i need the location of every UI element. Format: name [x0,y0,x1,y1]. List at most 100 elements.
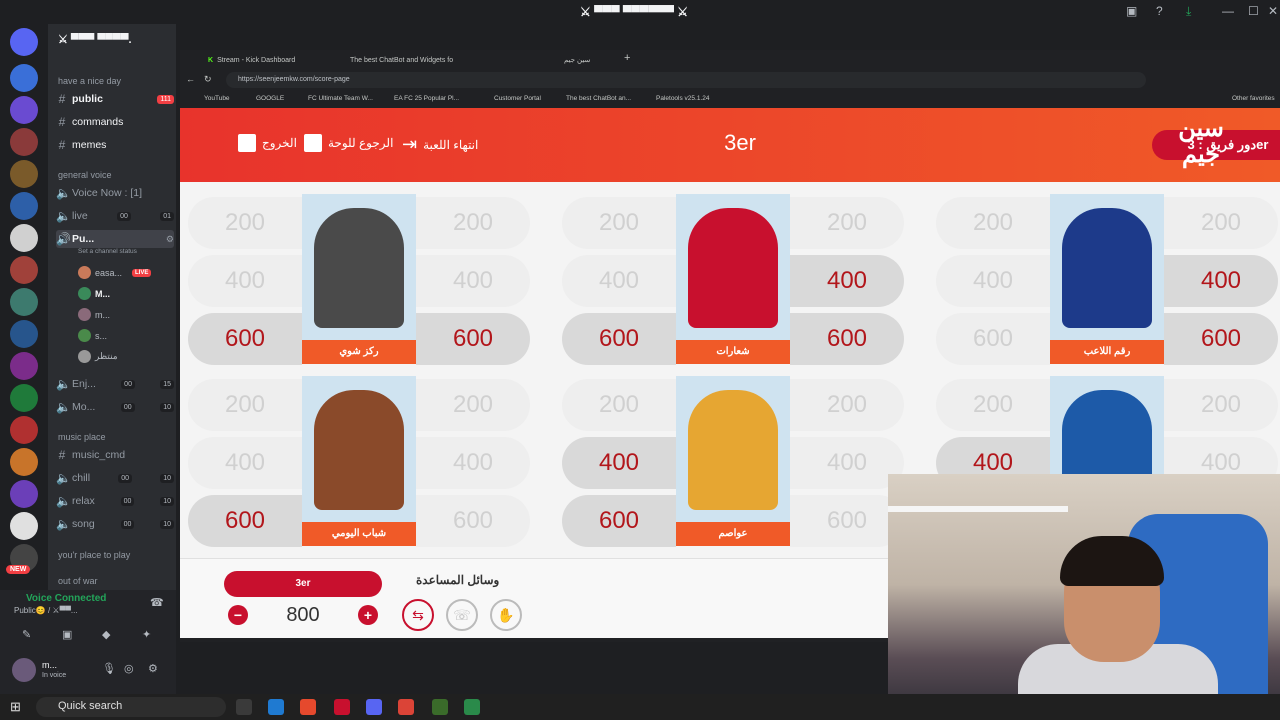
category-header[interactable]: have a nice day [58,76,121,86]
voice-member[interactable]: easa... LIVE [78,266,152,279]
discord-home-icon[interactable] [10,28,38,56]
download-icon[interactable]: ⤓ [1186,4,1191,19]
task-view-icon[interactable] [236,699,252,715]
discord-icon[interactable] [366,699,382,715]
back-icon[interactable]: ← [186,74,195,84]
minus-button[interactable]: − [228,605,248,625]
bookmark-other[interactable]: Other favorites [1232,95,1275,102]
server-icon[interactable] [10,448,38,476]
bookmark-google[interactable]: GOOGLE [256,95,284,102]
question-tile[interactable]: 200 [562,379,676,431]
server-name[interactable]: ⚔ ▀▀▀ ▀▀▀▀. [58,33,132,46]
tab-kick-dashboard[interactable]: K Stream - Kick Dashboard [208,52,295,68]
close-button[interactable]: ✕ [1268,4,1278,18]
channel-voice-now[interactable]: 🔈 Voice Now : [1] [56,184,174,202]
end-game-button[interactable]: ⇥ انتهاء اللعبة [402,134,478,155]
channel-song[interactable]: 🔈 song 00 10 [56,515,174,533]
question-tile[interactable]: 400 [416,437,530,489]
voice-member[interactable]: M... [78,287,110,300]
question-tile[interactable]: 400 [416,255,530,307]
refresh-icon[interactable]: ↻ [204,74,212,85]
server-icon[interactable] [10,352,38,380]
bookmark-fc[interactable]: FC Ultimate Team W... [308,95,373,102]
category-header[interactable]: you'r place to play [58,550,130,560]
inbox-icon[interactable]: ▣ [1126,4,1137,18]
app-icon[interactable] [300,699,316,715]
question-tile[interactable]: 400 [562,255,676,307]
exit-button[interactable]: الخروج [238,134,297,152]
app-icon[interactable] [464,699,480,715]
help-icon[interactable]: ? [1156,4,1163,18]
plus-button[interactable]: + [358,605,378,625]
new-tab-button[interactable]: + [624,52,630,64]
server-icon[interactable] [10,192,38,220]
question-tile[interactable]: 200 [562,197,676,249]
server-icon[interactable] [10,288,38,316]
question-tile[interactable]: 400 [1164,255,1278,307]
question-tile[interactable]: 200 [1164,197,1278,249]
activity-icon[interactable]: ◆ [102,628,110,641]
question-tile[interactable]: 200 [416,379,530,431]
avatar[interactable] [12,658,36,682]
server-icon[interactable] [10,64,38,92]
maximize-button[interactable]: ☐ [1248,4,1259,18]
question-tile[interactable]: 600 [416,313,530,365]
channel-memes[interactable]: # memes [56,136,174,154]
app-icon[interactable] [334,699,350,715]
hand-help-icon[interactable]: ✋ [490,599,522,631]
question-tile[interactable]: 600 [936,313,1050,365]
tab-seenjeem[interactable]: سين جيم [564,52,604,68]
channel-public[interactable]: # public 111 [56,90,174,108]
app-icon[interactable] [432,699,448,715]
swap-help-icon[interactable]: ⇆ [402,599,434,631]
server-icon[interactable] [10,480,38,508]
question-tile[interactable]: 200 [790,379,904,431]
channel-public-voice[interactable]: 🔊 Pu... ⚙ [56,230,174,248]
bookmark-chatbot[interactable]: The best ChatBot an... [566,95,631,102]
question-tile[interactable]: 400 [790,255,904,307]
question-tile[interactable]: 400 [562,437,676,489]
back-to-board-button[interactable]: الرجوع للوحة [304,134,393,152]
question-tile[interactable]: 400 [790,437,904,489]
bookmark-eafc[interactable]: EA FC 25 Popular Pl... [394,95,459,102]
minimize-button[interactable]: — [1222,4,1234,18]
channel-live[interactable]: 🔈 live 00 01 [56,207,174,225]
question-tile[interactable]: 400 [188,255,302,307]
channel-chill[interactable]: 🔈 chill 00 10 [56,469,174,487]
gear-icon[interactable]: ⚙ [166,234,174,245]
channel-mo[interactable]: 🔈 Mo... 00 10 [56,398,174,416]
question-tile[interactable]: 600 [790,313,904,365]
question-tile[interactable]: 200 [936,379,1050,431]
channel-enj[interactable]: 🔈 Enj... 00 15 [56,375,174,393]
server-icon[interactable] [10,320,38,348]
question-tile[interactable]: 600 [1164,313,1278,365]
screen-share-icon[interactable]: ▣ [62,628,72,641]
gear-icon[interactable]: ⚙ [148,662,158,675]
question-tile[interactable]: 600 [188,495,302,547]
question-tile[interactable]: 200 [936,197,1050,249]
voice-member[interactable]: s... [78,329,107,342]
tab-chatbot[interactable]: The best ChatBot and Widgets fo [350,52,453,68]
camera-icon[interactable]: ✎ [22,628,31,641]
taskbar-search[interactable]: Quick search [36,697,226,717]
channel-music-cmd[interactable]: # music_cmd [56,446,174,464]
category-header[interactable]: music place [58,432,106,442]
question-tile[interactable]: 200 [790,197,904,249]
bookmark-youtube[interactable]: YouTube [204,95,230,102]
question-tile[interactable]: 600 [188,313,302,365]
server-icon[interactable] [10,512,38,540]
chrome-icon[interactable] [398,699,414,715]
voice-member[interactable]: m... [78,308,110,321]
channel-status[interactable]: Set a channel status [78,248,137,255]
question-tile[interactable]: 400 [936,255,1050,307]
mic-icon[interactable]: 🎙 [102,662,116,675]
question-tile[interactable]: 200 [416,197,530,249]
question-tile[interactable]: 600 [416,495,530,547]
server-icon[interactable] [10,128,38,156]
voice-member[interactable]: منتظر [78,350,118,363]
bookmark-paletools[interactable]: Paletools v25.1.24 [656,95,709,102]
server-icon[interactable] [10,160,38,188]
question-tile[interactable]: 200 [188,197,302,249]
category-header[interactable]: general voice [58,170,112,180]
server-icon[interactable] [10,96,38,124]
